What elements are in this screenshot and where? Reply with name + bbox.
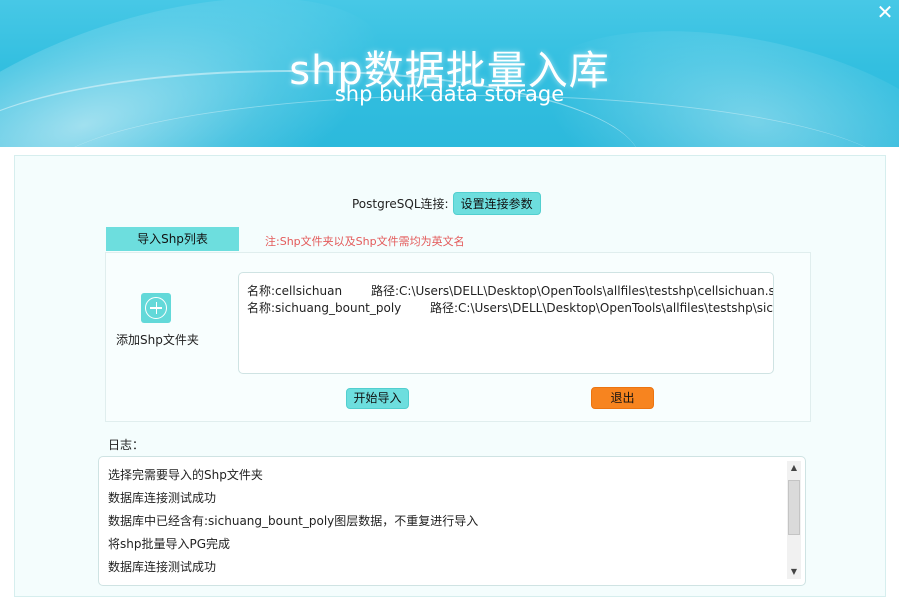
file-path: 路径:C:\Users\DELL\Desktop\OpenTools\allfi… [371, 284, 774, 298]
add-folder-label[interactable]: 添加Shp文件夹 [116, 331, 199, 348]
log-output[interactable]: 选择完需要导入的Shp文件夹 数据库连接测试成功 数据库中已经含有:sichua… [98, 456, 806, 586]
log-line: 数据库中已经含有:sichuang_bount_poly图层数据，不重复进行导入 [108, 514, 479, 528]
log-line: 选择完需要导入的Shp文件夹 [108, 468, 263, 482]
scroll-thumb[interactable] [788, 480, 800, 535]
add-folder-icon[interactable] [141, 293, 171, 323]
scroll-down-icon[interactable]: ▼ [787, 565, 801, 579]
list-item[interactable]: 名称:cellsichuan 路径:C:\Users\DELL\Desktop\… [247, 282, 773, 299]
connection-row: PostgreSQL连接: 设置连接参数 [352, 191, 541, 215]
list-item[interactable]: 名称:sichuang_bount_poly 路径:C:\Users\DELL\… [247, 299, 773, 316]
log-line: 数据库连接测试成功 [108, 560, 217, 574]
file-name: 名称:sichuang_bount_poly [247, 301, 402, 315]
scroll-up-icon[interactable]: ▲ [787, 461, 801, 475]
exit-button[interactable]: 退出 [591, 387, 654, 409]
shp-file-list[interactable]: 名称:cellsichuan 路径:C:\Users\DELL\Desktop\… [238, 272, 774, 374]
english-name-note: 注:Shp文件夹以及Shp文件需均为英文名 [265, 235, 465, 248]
log-scrollbar[interactable]: ▲ ▼ [787, 461, 801, 579]
log-label: 日志： [108, 438, 145, 452]
title-banner: shp数据批量入库 shp bulk data storage ✕ [0, 0, 899, 147]
close-icon[interactable]: ✕ [875, 2, 895, 22]
connection-label: PostgreSQL连接: [352, 196, 449, 211]
file-path: 路径:C:\Users\DELL\Desktop\OpenTools\allfi… [430, 301, 774, 315]
file-name: 名称:cellsichuan [247, 284, 343, 298]
set-connection-button[interactable]: 设置连接参数 [452, 191, 541, 215]
app-subtitle: shp bulk data storage [334, 82, 565, 106]
log-line: 数据库连接测试成功 [108, 491, 217, 505]
start-import-button[interactable]: 开始导入 [346, 388, 409, 409]
log-line: 将shp批量导入PG完成 [108, 537, 231, 551]
tab-import-shp-list[interactable]: 导入Shp列表 [106, 227, 239, 251]
